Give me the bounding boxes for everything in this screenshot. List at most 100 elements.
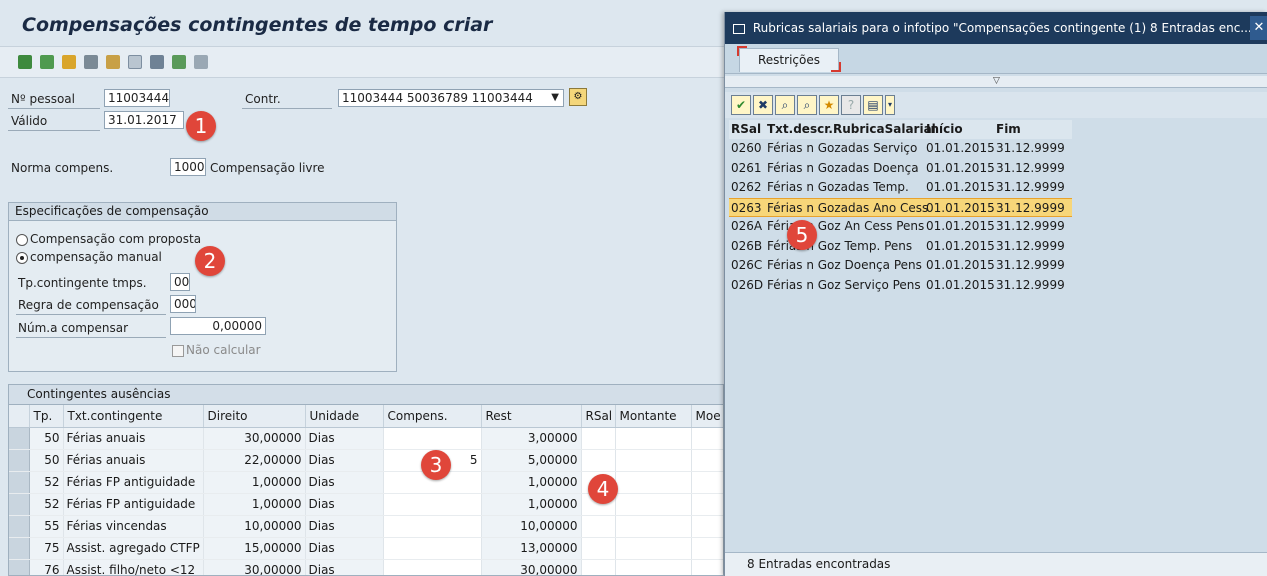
cell-montante-input[interactable] <box>615 471 692 494</box>
cell-compens-input[interactable] <box>383 427 482 450</box>
cell-moe-input[interactable] <box>691 471 723 494</box>
cell-rsal-input[interactable] <box>581 515 616 538</box>
cell-rsal-input[interactable] <box>581 537 616 560</box>
row-selector[interactable] <box>9 559 30 575</box>
cell-rsal-input[interactable] <box>581 449 616 472</box>
refresh-icon[interactable] <box>18 55 32 69</box>
cell-moe-input[interactable] <box>691 427 723 450</box>
cell-montante-input[interactable] <box>615 427 692 450</box>
column-header[interactable]: Montante <box>615 405 692 428</box>
favorite-icon[interactable]: ★ <box>819 95 839 115</box>
collapse-handle[interactable]: ▽ <box>725 76 1267 88</box>
list-item[interactable]: 026C Férias n Goz Doença Pens 01.01.2015… <box>729 256 1072 276</box>
compensation-norm-field[interactable]: 1000 <box>170 158 206 176</box>
list-item-selected[interactable]: 0263 Férias n Gozadas Ano Cess 01.01.201… <box>729 197 1072 217</box>
next-record-icon[interactable] <box>172 55 186 69</box>
quota-type-field[interactable]: 00 <box>170 273 190 291</box>
amount-field[interactable]: 0,00000 <box>170 317 266 335</box>
cell-direito: 30,00000 <box>203 559 306 575</box>
cell-moe-input[interactable] <box>691 537 723 560</box>
row-selector[interactable] <box>9 449 30 472</box>
tab-restrictions[interactable]: Restrições <box>737 46 841 72</box>
list-column-header[interactable]: RSal <box>731 120 761 139</box>
list-item[interactable]: 0260 Férias n Gozadas Serviço 01.01.2015… <box>729 139 1072 159</box>
cell-compens-input[interactable] <box>383 537 482 560</box>
list-item[interactable]: 0262 Férias n Gozadas Temp. 01.01.2015 3… <box>729 178 1072 198</box>
cell-rsal-input[interactable] <box>581 427 616 450</box>
item-end: 31.12.9999 <box>996 238 1065 253</box>
new-entry-icon[interactable] <box>40 55 54 69</box>
cell-montante-input[interactable] <box>615 449 692 472</box>
close-icon[interactable]: ✕ <box>1250 16 1267 40</box>
cell-rsal-input[interactable] <box>581 559 616 575</box>
dropdown-icon[interactable]: ▾ <box>885 95 895 115</box>
list-item[interactable]: 026A Férias n Goz An Cess Pens 01.01.201… <box>729 217 1072 237</box>
valid-date-field[interactable]: 31.01.2017 <box>104 111 184 129</box>
radio-manual[interactable] <box>16 252 28 264</box>
help-icon[interactable]: ? <box>841 95 861 115</box>
confirm-icon[interactable]: ✔ <box>731 95 751 115</box>
cell-rest: 5,00000 <box>481 449 582 472</box>
table-row: 76 Assist. filho/neto <12 30,00000 Dias … <box>9 559 723 575</box>
item-end: 31.12.9999 <box>996 219 1065 233</box>
cell-moe-input[interactable] <box>691 559 723 575</box>
column-header[interactable]: Tp. <box>29 405 64 428</box>
contract-select[interactable]: 11003444 50036789 11003444 ▼ <box>338 89 564 107</box>
column-header[interactable]: Rest <box>481 405 582 428</box>
row-selector[interactable] <box>9 537 30 560</box>
search-icon[interactable]: ⌕ <box>775 95 795 115</box>
last-record-icon[interactable] <box>194 55 208 69</box>
radio-with-proposal[interactable] <box>16 234 28 246</box>
column-header[interactable]: Compens. <box>383 405 482 428</box>
cell-compens-input[interactable] <box>383 559 482 575</box>
list-item[interactable]: 026B Férias n Goz Temp. Pens 01.01.2015 … <box>729 237 1072 257</box>
column-header[interactable]: RSal <box>581 405 616 428</box>
no-calc-checkbox[interactable] <box>172 345 184 357</box>
column-header[interactable]: Unidade <box>305 405 384 428</box>
list-icon[interactable] <box>150 55 164 69</box>
lock-icon[interactable] <box>106 55 120 69</box>
copy-icon[interactable] <box>128 55 142 69</box>
cell-montante-input[interactable] <box>615 559 692 575</box>
overview-icon[interactable] <box>62 55 76 69</box>
cell-moe-input[interactable] <box>691 493 723 516</box>
cell-compens-input[interactable] <box>383 515 482 538</box>
search-next-icon[interactable]: ⌕ <box>797 95 817 115</box>
table-header-row: Tp. Txt.contingente Direito Unidade Comp… <box>9 405 723 428</box>
cell-moe-input[interactable] <box>691 515 723 538</box>
row-selector[interactable] <box>9 493 30 516</box>
cell-moe-input[interactable] <box>691 449 723 472</box>
item-code: 026C <box>731 258 763 272</box>
contract-details-icon[interactable]: ⚙ <box>569 88 587 106</box>
cell-tp: 50 <box>29 449 64 472</box>
list-column-header[interactable]: Início <box>926 120 963 139</box>
application-toolbar <box>0 46 730 78</box>
row-selector[interactable] <box>9 471 30 494</box>
column-header[interactable]: Txt.contingente <box>63 405 204 428</box>
row-selector[interactable] <box>9 427 30 450</box>
cell-txt: Assist. agregado CTFP <box>63 537 204 560</box>
list-item[interactable]: 0261 Férias n Gozadas Doença 01.01.2015 … <box>729 159 1072 179</box>
cell-montante-input[interactable] <box>615 515 692 538</box>
chevron-down-icon[interactable]: ▼ <box>551 90 559 106</box>
column-header[interactable]: Moe <box>691 405 723 428</box>
print-icon[interactable]: ▤ <box>863 95 883 115</box>
cell-unidade: Dias <box>305 559 384 575</box>
row-selector-header[interactable] <box>9 405 30 428</box>
find-icon[interactable] <box>84 55 98 69</box>
popup-toolbar: ✔ ✖ ⌕ ⌕ ★ ? ▤ ▾ <box>725 92 1267 118</box>
cell-txt: Férias anuais <box>63 449 204 472</box>
list-item[interactable]: 026D Férias n Goz Serviço Pens 01.01.201… <box>729 276 1072 296</box>
row-selector[interactable] <box>9 515 30 538</box>
cell-compens-input[interactable] <box>383 493 482 516</box>
item-end: 31.12.9999 <box>996 277 1065 292</box>
rule-field[interactable]: 000 <box>170 295 196 313</box>
cancel-icon[interactable]: ✖ <box>753 95 773 115</box>
column-header[interactable]: Direito <box>203 405 306 428</box>
cell-montante-input[interactable] <box>615 537 692 560</box>
list-column-header[interactable]: Fim <box>996 120 1021 139</box>
cell-montante-input[interactable] <box>615 493 692 516</box>
list-column-header[interactable]: Txt.descr.RubricaSalarial <box>767 120 936 139</box>
personnel-number-field[interactable]: 11003444 <box>104 89 170 107</box>
wage-type-popup: Rubricas salariais para o infotipo "Comp… <box>724 12 1267 576</box>
